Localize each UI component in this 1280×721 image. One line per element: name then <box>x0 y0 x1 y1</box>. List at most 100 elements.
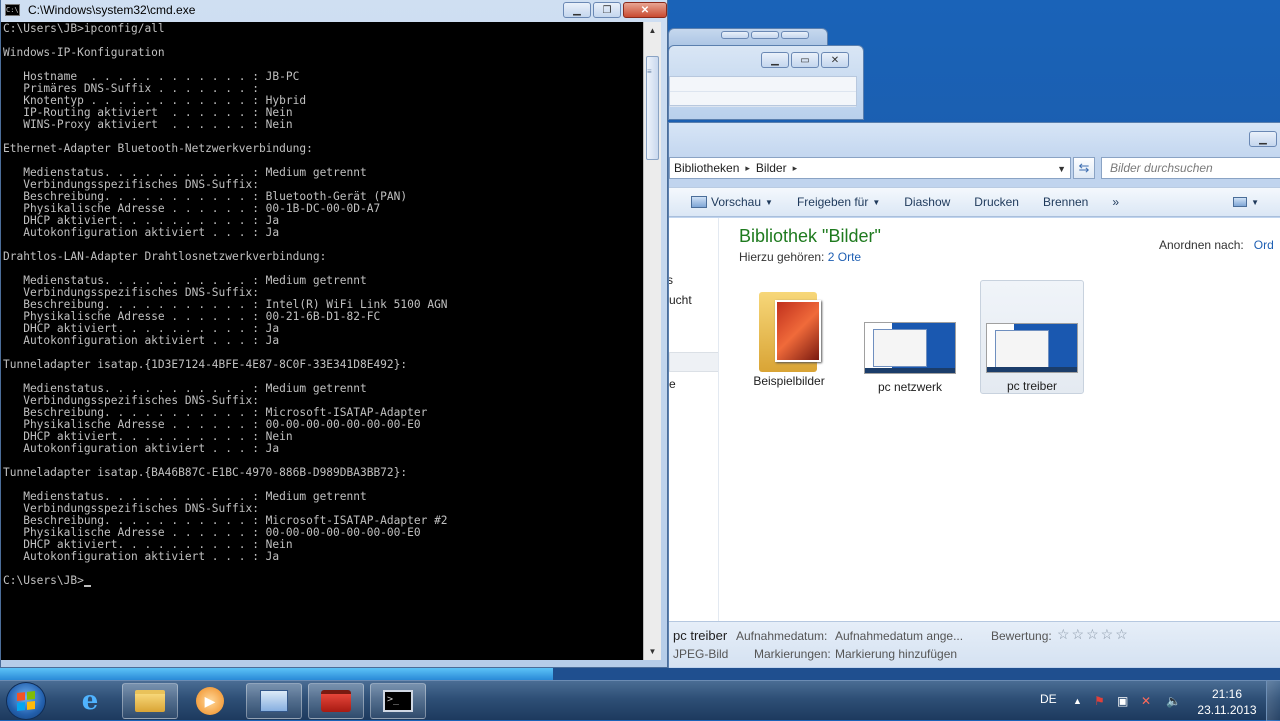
file-area: s ucht e Bibliothek "Bilder" Hierzu gehö… <box>669 218 1280 621</box>
action-center-flag-icon[interactable]: ⚑ <box>1094 694 1105 708</box>
navigation-pane: s ucht e <box>669 218 719 621</box>
clock-date: 23.11.2013 <box>1197 703 1257 717</box>
more-commands-button[interactable]: » <box>1100 195 1131 209</box>
show-hidden-icons-icon[interactable]: ▲ <box>1073 696 1082 706</box>
share-label: Freigeben für <box>796 195 869 209</box>
minimize-button[interactable]: ▁ <box>563 2 591 18</box>
refresh-button[interactable]: ⇆ <box>1073 157 1095 179</box>
breadcrumb-libraries[interactable]: Bibliotheken <box>674 161 739 175</box>
includes-label: Hierzu gehören: <box>739 250 825 264</box>
console-line: Drahtlos-LAN-Adapter Drahtlosnetzwerkver… <box>3 250 327 263</box>
refresh-icon: ⇆ <box>1078 160 1090 175</box>
close-button[interactable]: ✕ <box>623 2 667 18</box>
cmd-window[interactable]: C:\ C:\Windows\system32\cmd.exe ▁ ❐ ✕ C:… <box>0 0 668 668</box>
includes-link[interactable]: 2 Orte <box>828 250 861 264</box>
maximize-button[interactable]: ▭ <box>791 52 819 68</box>
address-dropdown-icon[interactable]: ▼ <box>1057 164 1066 174</box>
preview-label: Vorschau <box>711 195 762 209</box>
background-window-2[interactable]: ▁ ▭ ✕ <box>668 45 864 120</box>
view-icon <box>1233 197 1248 207</box>
console-line: Tunneladapter isatap.{BA46B87C-E1BC-4970… <box>3 466 408 479</box>
date-value[interactable]: Aufnahmedatum ange... <box>835 629 963 643</box>
maximize-button[interactable] <box>751 31 779 39</box>
slideshow-label: Diashow <box>904 195 951 209</box>
volume-icon[interactable]: 🔈 <box>1166 694 1181 708</box>
minimize-button[interactable] <box>721 31 749 39</box>
print-button[interactable]: Drucken <box>962 195 1031 209</box>
minimize-button[interactable]: ▁ <box>761 52 789 68</box>
console-line: Autokonfiguration aktiviert . . . : Ja <box>3 550 280 563</box>
preview-icon <box>691 196 707 208</box>
details-filename: pc treiber <box>673 628 728 643</box>
minimize-button[interactable]: ▁ <box>1249 131 1277 147</box>
vertical-scrollbar[interactable]: ▲ ≡ ▼ <box>643 22 661 660</box>
console-line: C:\Users\JB>ipconfig/all <box>3 22 165 35</box>
console-line: Ethernet-Adapter Bluetooth-Netzwerkverbi… <box>3 142 313 155</box>
file-item[interactable]: Beispielbilder <box>737 280 841 394</box>
nav-item-partial[interactable]: s <box>669 273 673 287</box>
cmd-icon[interactable]: C:\ <box>5 4 20 16</box>
more-label: » <box>1112 195 1120 209</box>
close-button[interactable] <box>781 31 809 39</box>
breadcrumb-separator-icon[interactable]: ▸ <box>745 163 750 174</box>
breadcrumb-pictures[interactable]: Bilder <box>756 161 787 175</box>
date-label: Aufnahmedatum: <box>736 629 828 643</box>
file-name: pc treiber <box>1006 379 1058 393</box>
scroll-up-icon[interactable]: ▲ <box>644 22 661 39</box>
arrange-by: Anordnen nach: Ord <box>1159 238 1274 252</box>
rating-stars-icon[interactable]: ☆☆☆☆☆ <box>1057 626 1130 643</box>
breadcrumb-separator-icon[interactable]: ▸ <box>793 163 798 174</box>
window-title: C:\Windows\system32\cmd.exe <box>28 3 196 17</box>
console-line: C:\Users\JB> <box>3 575 641 587</box>
device-icon[interactable]: ▣ <box>1117 694 1128 708</box>
nav-item-selected[interactable] <box>669 352 718 372</box>
folder-icon <box>753 286 825 374</box>
chevron-down-icon: ▼ <box>872 197 881 207</box>
window-title-bar: C:\ C:\Windows\system32\cmd.exe <box>5 3 195 17</box>
library-title: Bibliothek "Bilder" <box>739 226 881 246</box>
view-options-button[interactable]: ▼ <box>1221 197 1280 207</box>
details-filetype: JPEG-Bild <box>673 647 729 661</box>
clock-time: 21:16 <box>1211 687 1243 701</box>
console-line: Autokonfiguration aktiviert . . . : Ja <box>3 334 280 347</box>
system-tray: DE ▲ ⚑ ▣ ✕ 🔈 21:16 23.11.2013 <box>0 681 1280 721</box>
slideshow-button[interactable]: Diashow <box>892 195 962 209</box>
file-item[interactable]: pc netzwerk <box>858 280 962 394</box>
file-item-selected[interactable]: pc treiber <box>980 280 1084 394</box>
tags-value[interactable]: Markierung hinzufügen <box>835 647 957 661</box>
nav-item-partial[interactable]: e <box>669 377 676 391</box>
chevron-down-icon: ▼ <box>765 197 773 207</box>
clock[interactable]: 21:16 23.11.2013 <box>1196 686 1258 718</box>
address-bar[interactable]: Bibliotheken ▸ Bilder ▸ ▼ <box>669 157 1071 179</box>
console-line: Autokonfiguration aktiviert . . . : Ja <box>3 226 280 239</box>
maximize-button[interactable]: ❐ <box>593 2 621 18</box>
search-input[interactable]: Bilder durchsuchen <box>1101 157 1280 179</box>
burn-label: Brennen <box>1042 195 1089 209</box>
details-pane: pc treiber JPEG-Bild Aufnahmedatum: Aufn… <box>669 621 1280 667</box>
burn-button[interactable]: Brennen <box>1031 195 1100 209</box>
file-name: Beispielbilder <box>753 374 825 388</box>
close-button[interactable]: ✕ <box>821 52 849 68</box>
scroll-down-icon[interactable]: ▼ <box>644 643 661 660</box>
network-disconnected-icon[interactable]: ✕ <box>1141 694 1151 708</box>
explorer-window[interactable]: ▁ Bibliotheken ▸ Bilder ▸ ▼ ⇆ Bilder dur… <box>668 122 1280 682</box>
nav-item-partial[interactable]: ucht <box>669 293 692 307</box>
arrange-dropdown[interactable]: Ord <box>1254 238 1274 252</box>
console-output[interactable]: C:\Users\JB>ipconfig/all Windows-IP-Konfi… <box>1 22 643 660</box>
rating-label: Bewertung: <box>991 629 1052 643</box>
tags-label: Markierungen: <box>754 647 831 661</box>
progress-strip <box>0 668 1280 680</box>
library-includes: Hierzu gehören: 2 Orte <box>739 250 861 264</box>
show-desktop-button[interactable] <box>1266 681 1280 721</box>
preview-button[interactable]: Vorschau ▼ <box>669 195 785 209</box>
text-cursor <box>83 585 91 587</box>
chevron-down-icon: ▼ <box>1251 197 1259 207</box>
scroll-grip-icon: ≡ <box>647 67 652 76</box>
image-thumbnail <box>986 323 1078 373</box>
share-button[interactable]: Freigeben für ▼ <box>785 195 892 209</box>
print-label: Drucken <box>974 195 1019 209</box>
language-indicator[interactable]: DE <box>1040 692 1057 706</box>
console-line: Tunneladapter isatap.{1D3E7124-4BFE-4E87… <box>3 358 408 371</box>
console-line: Autokonfiguration aktiviert . . . : Ja <box>3 442 280 455</box>
